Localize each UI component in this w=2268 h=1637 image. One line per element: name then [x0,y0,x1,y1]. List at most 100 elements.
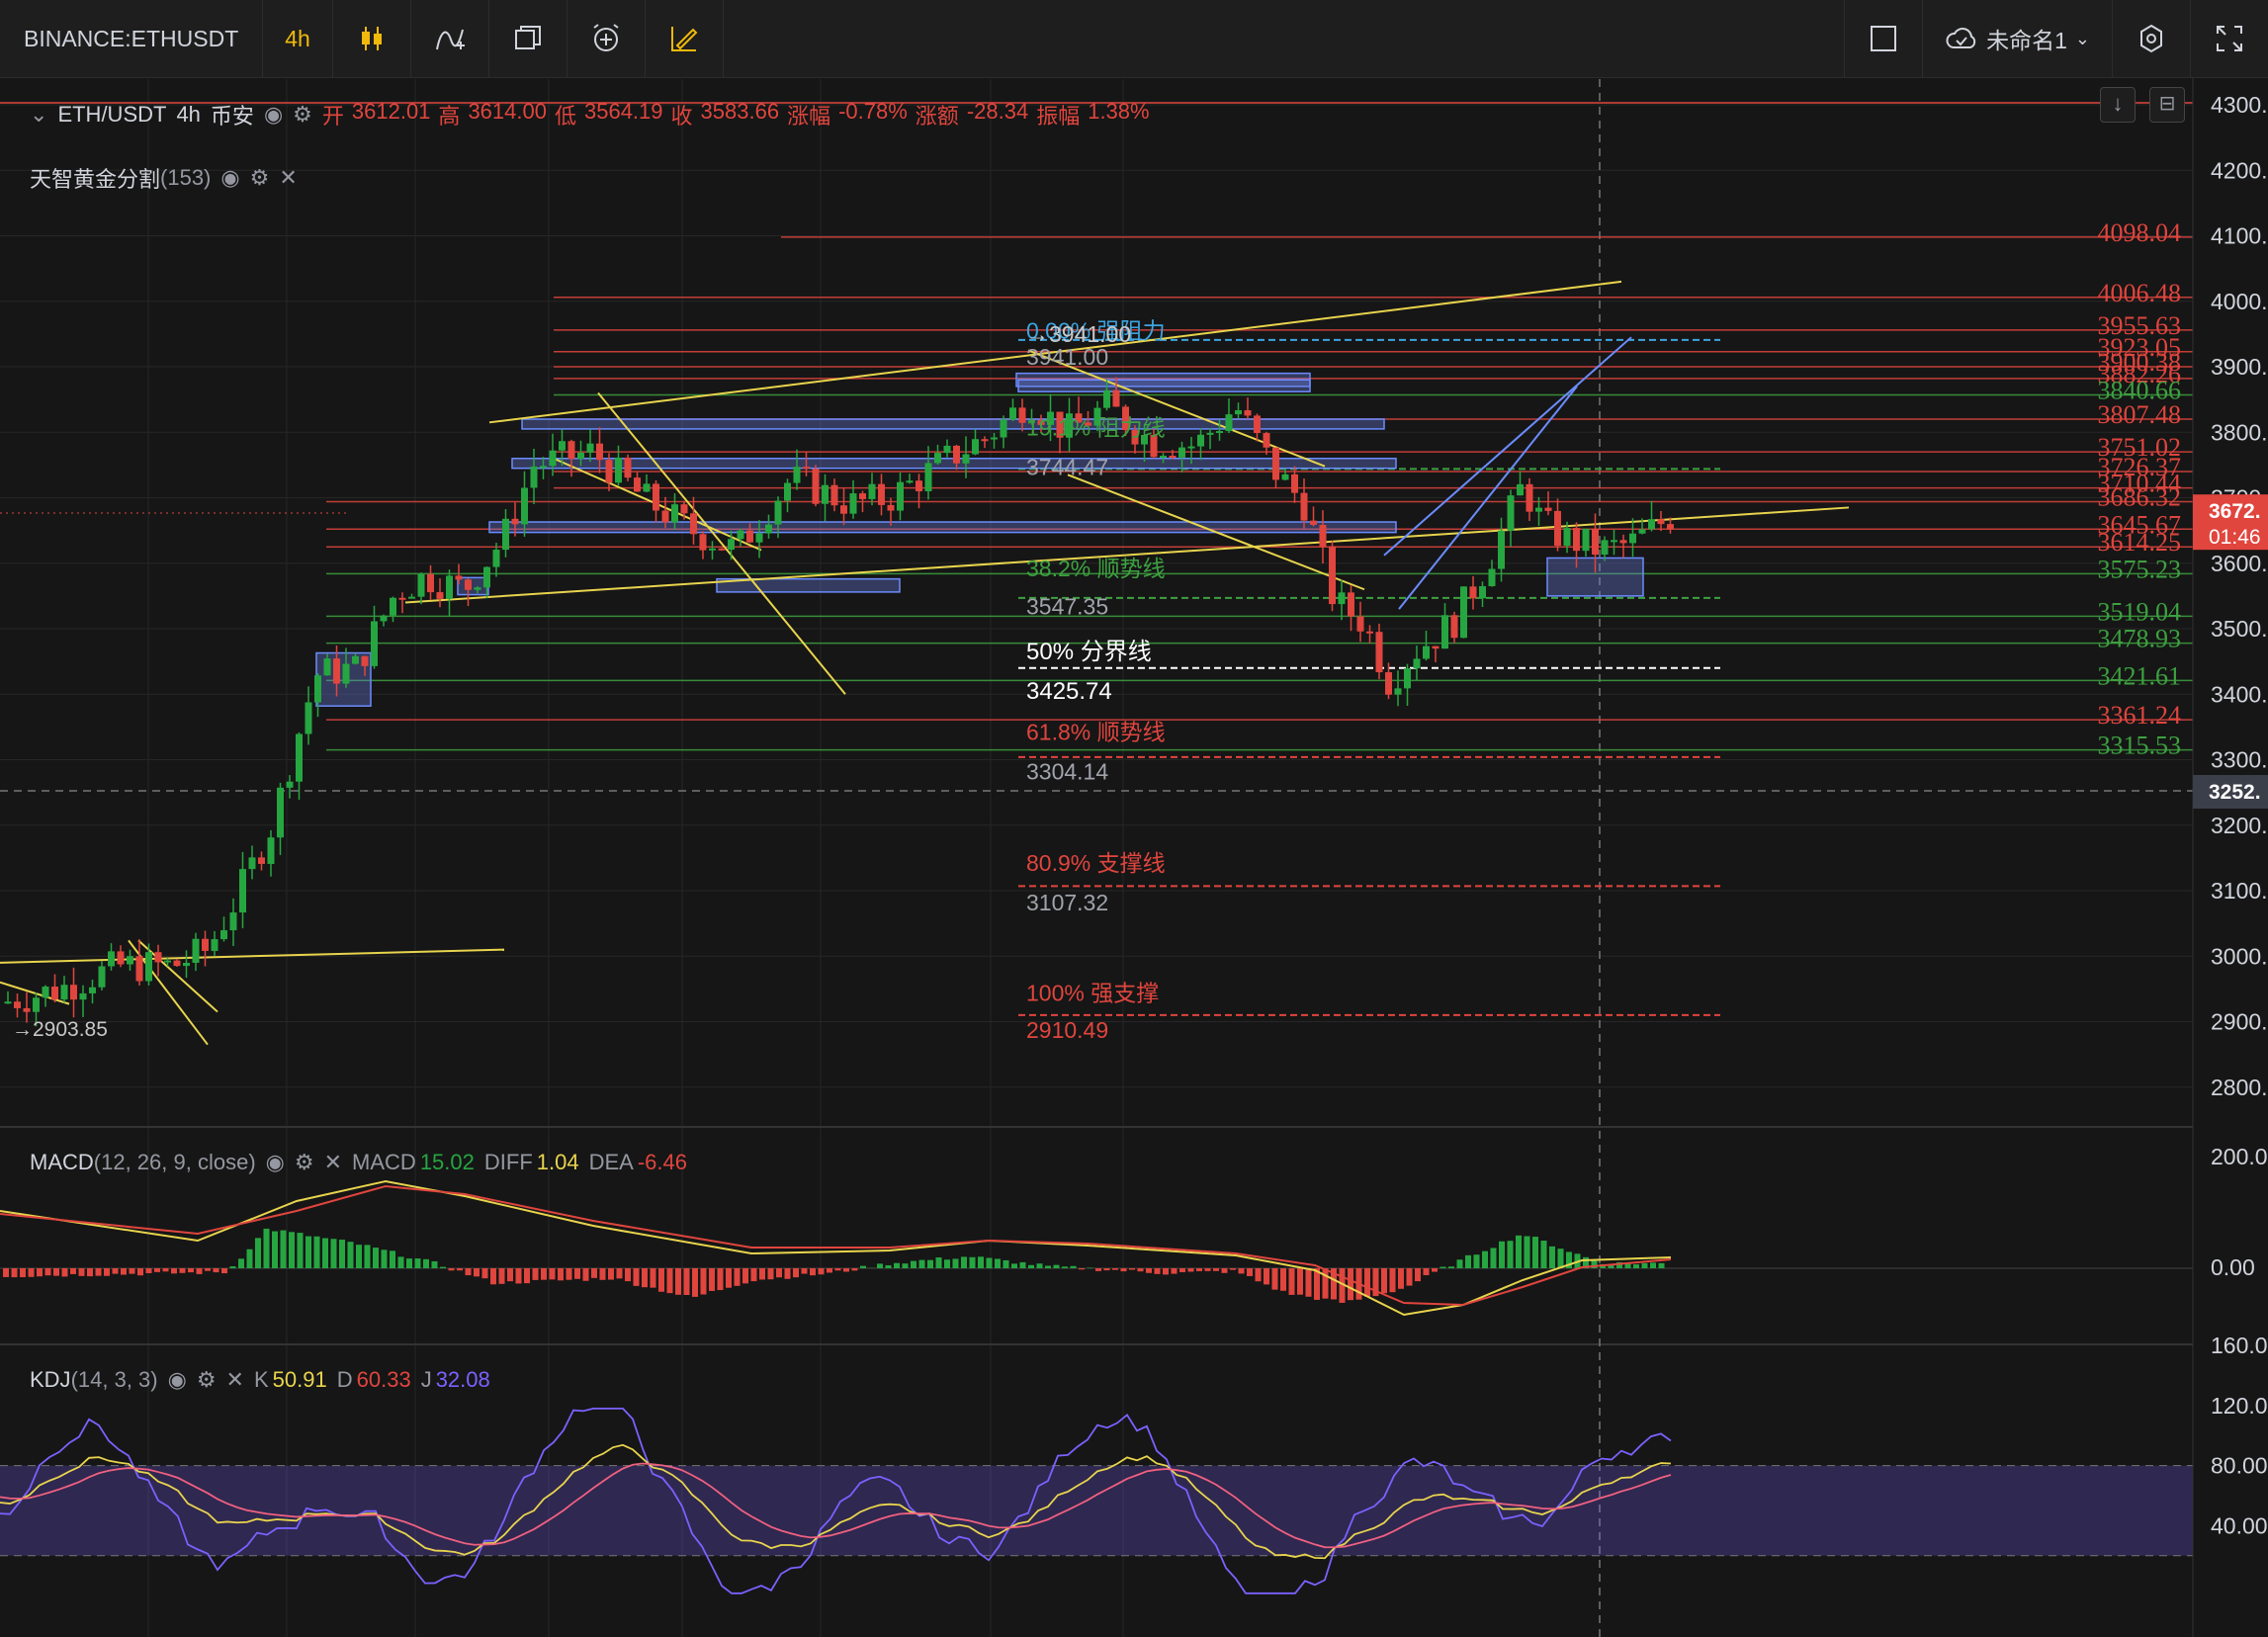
close-label: 收 [670,104,693,129]
fib-label: 80.9% 支撑线 [1026,850,1166,876]
candle-body [1112,389,1120,407]
macd-bar [1423,1268,1430,1275]
macd-bar [918,1259,925,1268]
level-price-label: 3807.48 [2098,400,2182,429]
gear-icon[interactable]: ⚙ [295,1150,314,1175]
candle-body [1582,528,1590,552]
macd-bar [549,1268,556,1280]
gear-icon[interactable]: ⚙ [197,1367,217,1393]
price-chart[interactable]: 0.00% 强阻力→3941.003941.0019.1% 阻力线3744.47… [0,78,2268,1637]
change-pct-value: -0.78% [838,99,908,124]
layout-save-button[interactable]: 未命名1 ⌄ [1923,0,2113,77]
j-value: 32.08 [435,1367,490,1392]
candle-body [202,938,209,951]
price-axis[interactable]: 4300.04200.04100.04000.03900.03800.03700… [2192,78,2268,1637]
chevron-down-icon: ⌄ [2074,28,2090,48]
d-value: 60.33 [356,1367,411,1392]
macd-bar [356,1245,362,1268]
symbol-search-button[interactable]: BINANCE:ETHUSDT [0,0,264,77]
candle-body [1235,410,1242,415]
candle-body [333,658,340,684]
macd-bar [978,1256,984,1268]
macd-bar [373,1248,379,1268]
macd-bar [1154,1268,1161,1274]
k-label: K [253,1367,269,1392]
candle-body [605,460,613,483]
close-icon[interactable]: ✕ [226,1367,244,1393]
macd-bar [95,1268,102,1276]
macd-bar [1305,1268,1312,1297]
macd-bar [1532,1237,1538,1268]
fib-label: 3107.32 [1026,890,1108,915]
candle-body [380,615,388,622]
collapse-chevron-icon[interactable]: ⌄ [30,102,47,128]
candle-body [680,504,688,514]
candle-body [962,454,970,464]
macd-bar [1103,1268,1110,1271]
macd-bar [515,1268,522,1284]
macd-bar [894,1262,900,1268]
candle-body [1197,434,1204,447]
gear-icon[interactable]: ⚙ [293,102,312,128]
candle-body [765,524,772,534]
candle-body [1619,540,1627,544]
zone-box [1017,379,1311,392]
dea-label: DEA [588,1150,634,1174]
candle-body [1338,592,1346,605]
reset-view-button[interactable]: ⊟ [2149,87,2185,123]
drawing-tools-button[interactable] [646,0,724,77]
scroll-down-button[interactable]: ↓ [2100,87,2136,123]
candle-body [728,539,735,551]
candle-body [1169,456,1177,459]
amplitude-value: 1.38% [1088,99,1150,124]
candle-body [690,513,697,535]
macd-bar [1288,1268,1295,1295]
macd-bar [78,1268,85,1276]
candle-body [492,550,500,567]
diff-value: 1.04 [536,1150,579,1174]
candle-body [643,483,651,492]
macd-bar [717,1268,724,1291]
macd-bar [1549,1246,1555,1268]
candle-body [70,985,77,1000]
eye-icon[interactable]: ◉ [266,1150,285,1175]
candle-body [784,482,791,501]
candle-body [14,1001,21,1008]
fullscreen-select-button[interactable] [1844,0,1924,77]
settings-button[interactable] [2113,0,2191,77]
macd-bar [1120,1268,1127,1272]
macd-bar [927,1259,933,1268]
candle-body [164,960,171,963]
templates-button[interactable] [489,0,567,77]
candle-body [398,597,406,600]
candle-body [135,956,143,982]
macd-bar [851,1268,858,1271]
macd-bar [767,1268,774,1280]
candle-body [229,912,237,931]
alert-button[interactable] [567,0,646,77]
macd-bar [961,1256,967,1268]
indicators-button[interactable] [411,0,489,77]
close-icon[interactable]: ✕ [279,165,297,191]
candle-body [117,951,125,965]
candle-body [1648,519,1655,530]
eye-icon[interactable]: ◉ [168,1367,187,1393]
macd-bar [154,1268,160,1272]
kdj-name: KDJ [30,1367,71,1392]
macd-bar [431,1260,438,1268]
macd-value: 15.02 [419,1150,475,1174]
chart-type-button[interactable] [333,0,411,77]
eye-icon[interactable]: ◉ [264,102,283,128]
macd-bar [498,1268,505,1284]
gear-icon[interactable]: ⚙ [250,165,270,191]
level-price-label: 4006.48 [2098,279,2182,307]
eye-icon[interactable]: ◉ [220,165,239,191]
high-label: 高 [438,104,461,129]
macd-bar [616,1268,623,1279]
interval-button[interactable]: 4h [263,0,333,77]
close-icon[interactable]: ✕ [324,1150,342,1175]
candle-body [549,450,557,467]
fullscreen-button[interactable] [2191,0,2268,77]
macd-bar [1482,1250,1488,1268]
candle-body [1667,524,1674,530]
